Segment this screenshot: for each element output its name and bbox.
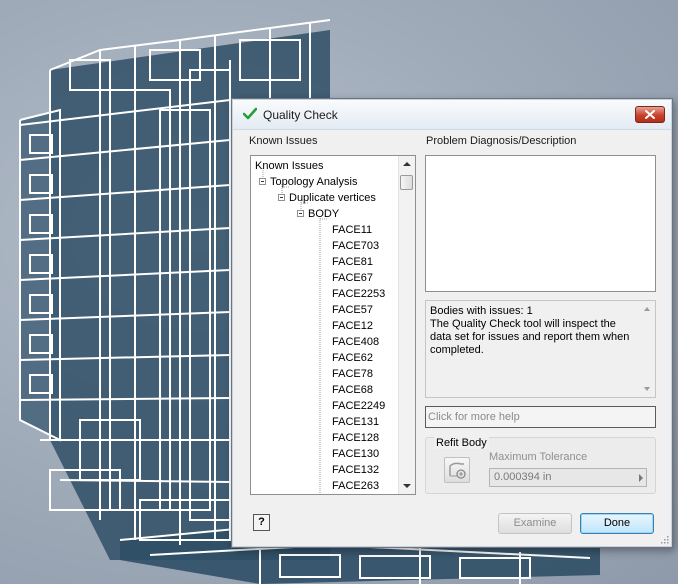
max-tolerance-value: 0.000394 in xyxy=(494,471,552,483)
tree-item-label: FACE78 xyxy=(332,368,373,380)
scroll-down-icon[interactable] xyxy=(642,384,652,394)
chevron-right-icon[interactable] xyxy=(639,474,643,482)
tree-item-label: Known Issues xyxy=(255,160,324,172)
collapse-icon[interactable] xyxy=(278,194,285,201)
status-panel: Bodies with issues: 1 The Quality Check … xyxy=(425,300,656,398)
dialog-title: Quality Check xyxy=(263,108,338,122)
tree-item-label: FACE11 xyxy=(332,224,373,236)
tree-item-label: FACE2253 xyxy=(332,288,386,300)
tree-item-label: Duplicate vertices xyxy=(289,192,376,204)
tree-item-label: FACE131 xyxy=(332,416,380,428)
more-help-link[interactable]: Click for more help xyxy=(425,406,656,428)
tree-item-label: FACE130 xyxy=(332,448,380,460)
refit-surface-icon xyxy=(449,462,466,479)
refit-body-button[interactable] xyxy=(444,457,470,483)
refit-body-group: Refit Body Maximum Tolerance 0.000394 in xyxy=(425,437,656,494)
close-button[interactable] xyxy=(635,106,665,123)
help-button[interactable]: ? xyxy=(253,514,270,531)
refit-body-title: Refit Body xyxy=(434,437,489,449)
tree-item-label: FACE57 xyxy=(332,304,373,316)
diagnosis-header: Problem Diagnosis/Description xyxy=(426,135,577,147)
close-icon xyxy=(645,110,655,119)
status-description: The Quality Check tool will inspect the … xyxy=(430,318,630,356)
max-tolerance-label: Maximum Tolerance xyxy=(489,451,588,463)
tree-scrollbar[interactable] xyxy=(398,156,415,494)
collapse-icon[interactable] xyxy=(259,178,266,185)
quality-check-dialog: Quality Check Known Issues Problem Diagn… xyxy=(231,98,673,548)
tree-item-label: FACE67 xyxy=(332,272,373,284)
status-scrollbar[interactable] xyxy=(639,301,655,397)
diagnosis-description-box[interactable] xyxy=(425,155,656,292)
max-tolerance-field[interactable]: 0.000394 in xyxy=(489,468,647,487)
scroll-down-icon[interactable] xyxy=(402,481,412,491)
status-text: Bodies with issues: 1 The Quality Check … xyxy=(430,305,635,357)
checkmark-icon xyxy=(243,107,257,120)
tree-item-label: FACE2249 xyxy=(332,400,386,412)
scroll-up-icon[interactable] xyxy=(642,304,652,314)
tree-item-label: FACE263 xyxy=(332,480,380,492)
scroll-up-icon[interactable] xyxy=(402,159,412,169)
tree-item-label: BODY xyxy=(308,208,340,220)
examine-button[interactable]: Examine xyxy=(498,513,572,534)
tree-scroll-thumb[interactable] xyxy=(400,175,413,190)
tree-item-label: FACE132 xyxy=(332,464,380,476)
tree-item-label: FACE12 xyxy=(332,320,373,332)
tree-item-label: FACE68 xyxy=(332,384,373,396)
tree-item-label: Topology Analysis xyxy=(270,176,358,188)
tree-item-label: FACE62 xyxy=(332,352,373,364)
resize-grip-icon[interactable] xyxy=(659,534,669,544)
done-button[interactable]: Done xyxy=(580,513,654,534)
tree-item-label: FACE128 xyxy=(332,432,380,444)
tree-item-label: FACE703 xyxy=(332,240,380,252)
status-bodies-with-issues: Bodies with issues: 1 xyxy=(430,305,533,317)
tree-item-label: FACE408 xyxy=(332,336,380,348)
known-issues-header: Known Issues xyxy=(249,135,318,147)
dialog-titlebar[interactable]: Quality Check xyxy=(233,100,671,130)
known-issues-tree[interactable]: Known Issues Topology Analysis Duplicate v… xyxy=(250,155,416,495)
tree-item-label: FACE81 xyxy=(332,256,373,268)
collapse-icon[interactable] xyxy=(297,210,304,217)
